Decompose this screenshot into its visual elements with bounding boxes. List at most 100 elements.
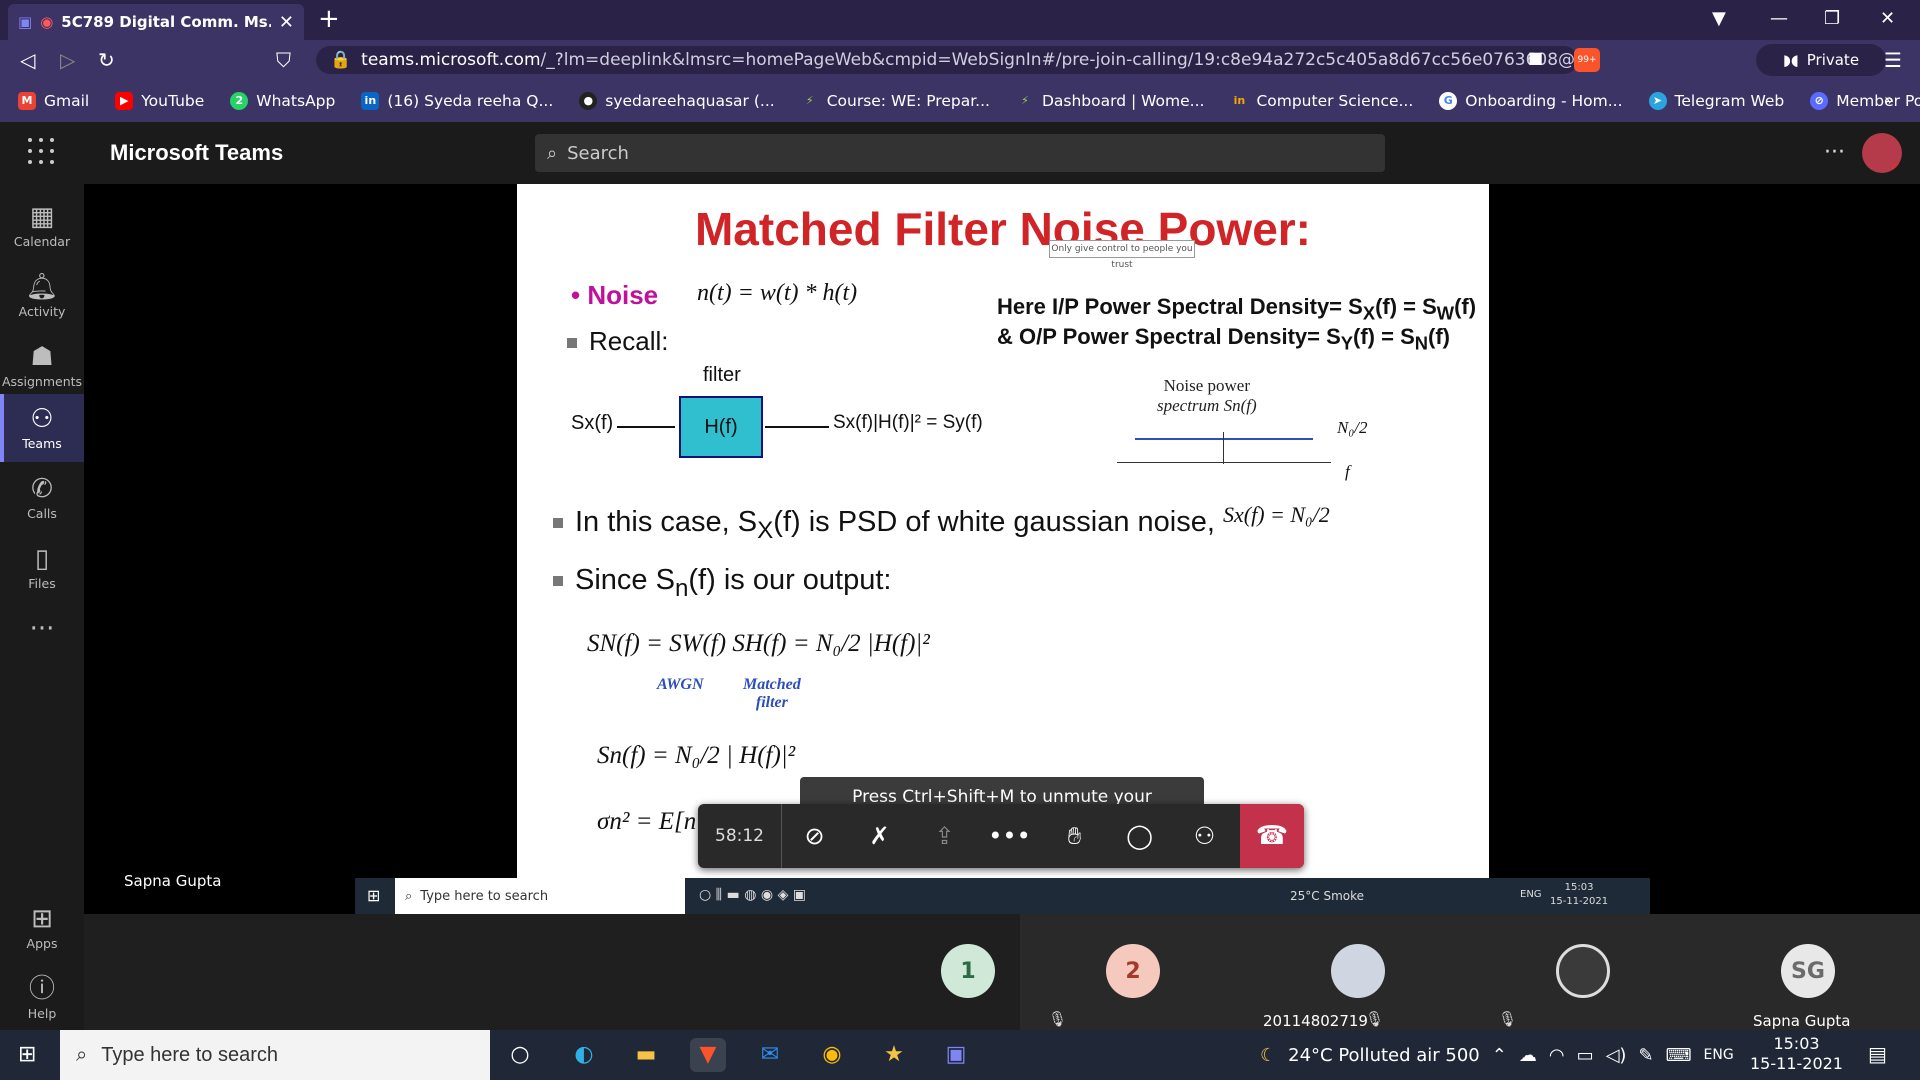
onedrive-icon[interactable]: ☁ (1519, 1045, 1537, 1066)
github-icon: ● (579, 92, 598, 110)
mail-icon[interactable]: ✉ (752, 1038, 788, 1072)
browser-menu-icon[interactable]: ☰ (1884, 48, 1902, 72)
new-tab-icon[interactable]: + (318, 4, 340, 34)
portal-icon: ⊘ (1810, 92, 1829, 110)
bookmark-linkedin[interactable]: in (16) Syeda reeha Q... (361, 92, 553, 110)
more-options-icon[interactable]: ··· (1824, 140, 1845, 165)
close-tab-icon[interactable]: ✕ (279, 12, 294, 33)
bookmarks-overflow-icon[interactable]: » (1884, 90, 1894, 109)
search-input[interactable]: ⌕ Search (535, 134, 1385, 172)
bookmark-dashboard[interactable]: ⚡ Dashboard | Wome... (1016, 92, 1204, 110)
more-actions-icon[interactable]: ••• (977, 822, 1042, 850)
clock-time: 15:03 (1773, 1034, 1820, 1053)
reload-icon[interactable]: ↻ (98, 48, 115, 72)
participant-overflow-2[interactable]: 2 🎙︎ (1020, 914, 1245, 1030)
private-window-badge[interactable]: ◗◖ Private (1756, 44, 1886, 76)
bookmark-youtube[interactable]: ▶ YouTube (115, 92, 204, 110)
chrome-icon[interactable]: ◉ (814, 1038, 850, 1072)
taskbar-clock[interactable]: 15:03 15-11-2021 (1750, 1034, 1843, 1074)
backpack-icon: ☗ (30, 342, 54, 372)
bookmark-github[interactable]: ● syedareehaquasar (... (579, 92, 775, 110)
hang-up-button[interactable]: ☎︎ (1240, 804, 1304, 868)
participant-avatar (1331, 944, 1385, 998)
chat-icon[interactable]: ◯ (1107, 822, 1172, 850)
brave-shield-icon[interactable]: 99+ (1574, 48, 1600, 72)
bookmark-label: syedareehaquasar (... (605, 92, 775, 110)
rail-assignments[interactable]: ☗ Assignments (0, 332, 84, 400)
calendar-icon: ▦ (29, 202, 55, 232)
profile-menu-icon[interactable]: ▼ (1712, 8, 1726, 29)
close-window-icon[interactable]: ✕ (1880, 8, 1895, 29)
user-avatar[interactable] (1862, 133, 1902, 173)
bookmark-cs[interactable]: in Computer Science... (1230, 92, 1414, 110)
file-explorer-icon[interactable]: ▬ (628, 1038, 664, 1072)
app-launcher-icon[interactable] (28, 138, 56, 166)
restore-icon[interactable]: ❐ (1824, 8, 1840, 29)
rail-apps[interactable]: ⊞ Apps (0, 894, 84, 962)
psd1-c: (f) (1454, 294, 1477, 319)
telegram-icon: ➤ (1648, 92, 1667, 110)
camera-indicator-icon[interactable]: ■ (1528, 48, 1543, 67)
battery-icon[interactable]: ▭ (1577, 1045, 1594, 1066)
taskbar-search[interactable]: ⌕ Type here to search (60, 1030, 490, 1080)
rail-calendar[interactable]: ▦ Calendar (0, 192, 84, 260)
shared-date: 15-11-2021 (1550, 896, 1609, 907)
mic-off-icon[interactable]: ✗ (847, 822, 912, 850)
participant-name: Sapna Gupta (1753, 1012, 1851, 1030)
browser-tab[interactable]: ▣ ◉ 5C789 Digital Comm. Ms. Sapn ✕ (8, 4, 304, 40)
back-icon[interactable]: ◁ (20, 48, 35, 72)
wifi-icon[interactable]: ◠ (1549, 1045, 1565, 1066)
keyboard-icon[interactable]: ⌨ (1666, 1045, 1692, 1066)
rail-label: Calls (27, 506, 57, 521)
spectrum-title: Noise power spectrum Sn(f) (1157, 376, 1257, 416)
case-bullet: In this case, SX(f) is PSD of white gaus… (553, 506, 1215, 545)
camera-off-icon[interactable]: ⊘ (782, 822, 847, 850)
more-dots-icon: ··· (29, 614, 55, 644)
rail-files[interactable]: ▯ Files (0, 534, 84, 602)
bookmark-course[interactable]: ⚡ Course: WE: Prepar... (801, 92, 990, 110)
case-sub: X (757, 516, 774, 544)
windows-start-icon[interactable]: ⊞ (18, 1042, 36, 1067)
bookmark-telegram[interactable]: ➤ Telegram Web (1648, 92, 1784, 110)
language-indicator[interactable]: ENG (1704, 1047, 1734, 1063)
participant-tile[interactable]: 🎙︎ (1470, 914, 1695, 1030)
share-screen-icon[interactable]: ⇪ (912, 822, 977, 850)
notifications-icon[interactable]: ▤ (1868, 1042, 1887, 1066)
rail-calls[interactable]: ✆ Calls (0, 464, 84, 532)
raise-hand-icon[interactable]: ✋︎ (1042, 822, 1107, 850)
participant-tile[interactable]: 20114802719 🎙︎ (1245, 914, 1470, 1030)
spectrum-frac: N₀/2 (1337, 418, 1368, 437)
star-app-icon[interactable]: ★ (876, 1038, 912, 1072)
rail-help[interactable]: ⓘ Help (0, 964, 84, 1032)
bookmark-gmail[interactable]: M Gmail (18, 92, 89, 110)
teams-taskbar-icon[interactable]: ▣ (938, 1038, 974, 1072)
linkedin-icon: in (361, 92, 380, 110)
participants-icon[interactable]: ⚇ (1172, 822, 1237, 850)
bookmark-member-portal[interactable]: ⊘ Member Portal | Int... (1810, 92, 1920, 110)
address-bar[interactable]: 🔒 teams.microsoft.com/_?lm=deeplink&lmsr… (316, 46, 1578, 74)
pen-icon[interactable]: ✎ (1638, 1045, 1653, 1066)
participant-tile[interactable]: SG Sapna Gupta (1695, 914, 1920, 1030)
shared-taskview-icon: ○ ⫼ ▬ ◍ ◉ ◈ ▣ (699, 887, 807, 903)
bookmark-label: Gmail (44, 92, 90, 110)
tray-chevron-icon[interactable]: ⌃ (1492, 1045, 1507, 1066)
minimize-icon[interactable]: — (1770, 8, 1788, 29)
volume-icon[interactable]: ◁) (1606, 1045, 1627, 1066)
rail-label: Help (27, 1006, 57, 1021)
edge-icon[interactable]: ◐ (566, 1038, 602, 1072)
bookmark-label: Member Portal | Int... (1836, 92, 1920, 110)
task-view-icon[interactable]: ○ (502, 1038, 538, 1072)
rail-teams[interactable]: ⚇ Teams (0, 394, 84, 462)
participant-avatar (1556, 944, 1610, 998)
incognito-glasses-icon: ◗◖ (1782, 51, 1799, 69)
bookmark-onboarding[interactable]: G Onboarding - Hom... (1439, 92, 1623, 110)
bookmark-icon[interactable]: ⛉ (276, 48, 291, 72)
shared-search-icon: ⌕ (405, 888, 413, 904)
bookmark-label: Course: WE: Prepar... (826, 92, 990, 110)
overflow-count: 1 (941, 944, 995, 998)
rail-activity[interactable]: 🔔︎ Activity (0, 262, 84, 330)
brave-icon[interactable]: ▼ (690, 1038, 726, 1072)
rail-more[interactable]: ··· (0, 604, 84, 644)
bookmark-whatsapp[interactable]: 2 WhatsApp (230, 92, 335, 110)
forward-icon[interactable]: ▷ (60, 48, 75, 72)
